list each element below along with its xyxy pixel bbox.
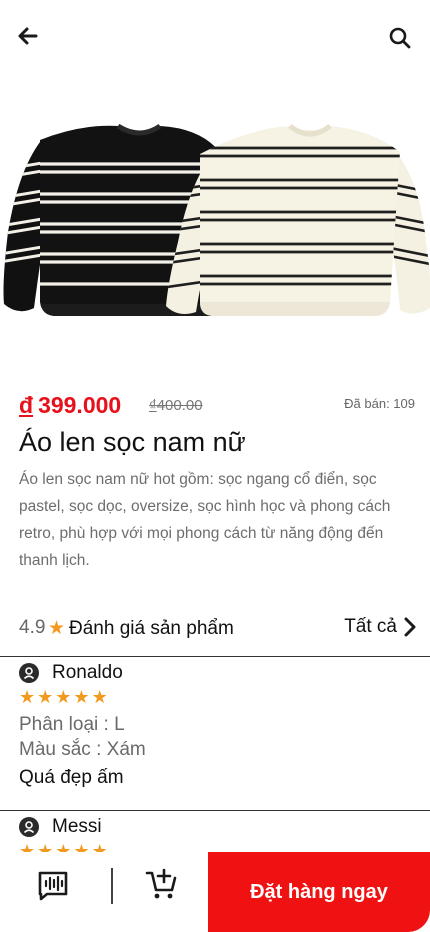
back-button[interactable] (12, 20, 44, 52)
reviewer: Ronaldo (19, 660, 411, 686)
sold-count: Đã bán: 109 (344, 396, 415, 411)
chat-button[interactable] (36, 869, 70, 903)
rating-label: Đánh giá sản phẩm (69, 618, 234, 639)
avatar (19, 663, 39, 683)
product-image (0, 112, 430, 326)
original-price: ₫400.00 (149, 397, 203, 414)
reviewer-name: Messi (52, 816, 102, 837)
star-icon: ★ (55, 687, 72, 707)
old-price-value: 400.00 (156, 397, 203, 414)
bar-separator (111, 868, 113, 904)
bottom-action-bar: Đặt hàng ngay (0, 852, 430, 932)
current-price: đ 399.000 (19, 392, 121, 419)
add-to-cart-icon (145, 868, 177, 899)
product-description: Áo len sọc nam nữ hot gồm: sọc ngang cổ … (19, 471, 391, 569)
user-icon (23, 821, 35, 834)
sweaters-product-photo (3, 123, 430, 317)
section-divider (0, 656, 430, 657)
chevron-right-icon (404, 617, 416, 637)
review-color: Màu sắc : Xám (19, 739, 146, 760)
review-comment: Quá đẹp ấm (19, 767, 124, 788)
star-icon: ★ (37, 687, 54, 707)
reviewer-name: Ronaldo (52, 662, 123, 683)
review-category: Phân loại : L (19, 714, 125, 735)
rating-star-icon: ★ (48, 618, 66, 639)
search-icon (389, 27, 411, 49)
avatar (19, 817, 39, 837)
product-title: Áo len sọc nam nữ (19, 427, 246, 457)
voice-chat-icon (38, 871, 68, 901)
arrow-left-icon (18, 27, 38, 45)
star-icon: ★ (91, 687, 108, 707)
old-currency-symbol: ₫ (149, 397, 157, 414)
star-icon: ★ (19, 687, 36, 707)
review-item: Ronaldo ★ ★ ★ ★ ★ Phân loại : L Màu sắc … (19, 660, 411, 790)
review-divider (0, 810, 430, 811)
search-button[interactable] (384, 22, 416, 54)
add-to-cart-button[interactable] (145, 868, 179, 902)
rating-score: 4.9 (19, 617, 46, 638)
reviewer: Messi (19, 814, 411, 840)
price-value: 399.000 (38, 392, 122, 418)
top-bar (0, 0, 430, 76)
currency-symbol: đ (19, 392, 34, 418)
rating-summary: 4.9 ★ Đánh giá sản phẩm Tất cả (19, 614, 417, 644)
review-stars: ★ ★ ★ ★ ★ (19, 688, 411, 706)
user-icon (23, 667, 35, 680)
see-all-label: Tất cả (344, 616, 397, 637)
star-icon: ★ (73, 687, 90, 707)
see-all-reviews-link[interactable]: Tất cả (344, 616, 417, 638)
price-row: đ 399.000 ₫400.00 Đã bán: 109 (19, 392, 415, 422)
order-now-button[interactable]: Đặt hàng ngay (208, 852, 430, 932)
